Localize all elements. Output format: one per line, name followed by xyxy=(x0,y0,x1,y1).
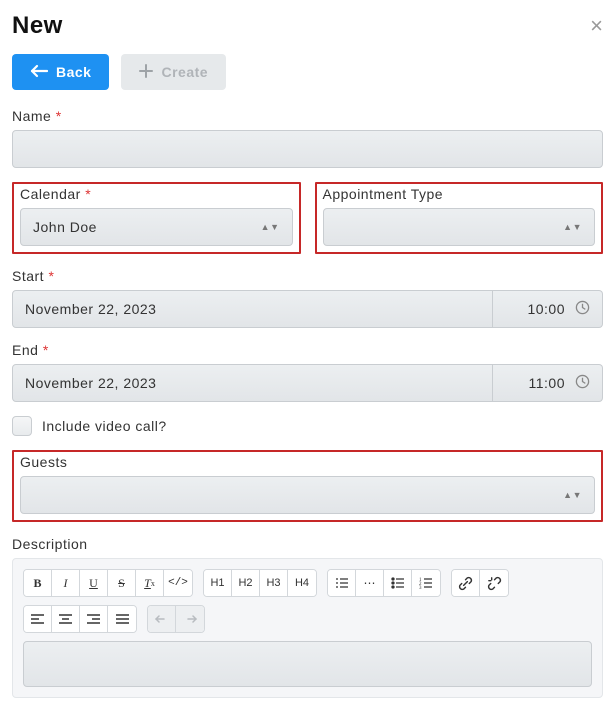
code-block-button[interactable]: </> xyxy=(164,570,192,596)
underline-button[interactable]: U xyxy=(80,570,108,596)
strike-button[interactable]: S xyxy=(108,570,136,596)
arrow-left-icon xyxy=(30,64,48,81)
hr-button[interactable]: ⋯ xyxy=(356,570,384,596)
calendar-label: Calendar * xyxy=(20,186,293,202)
h3-button[interactable]: H3 xyxy=(260,570,288,596)
description-label: Description xyxy=(12,536,603,552)
svg-text:3: 3 xyxy=(419,586,422,589)
start-label: Start * xyxy=(12,268,603,284)
align-left-button[interactable] xyxy=(24,606,52,632)
updown-icon: ▲▼ xyxy=(261,225,280,230)
link-button[interactable] xyxy=(452,570,480,596)
appt-type-field-highlight: Appointment Type ▲▼ xyxy=(315,182,604,254)
guests-select[interactable]: ▲▼ xyxy=(20,476,595,514)
rich-text-editor: B I U S Tx </> H1 H2 H3 H4 ⋯ 123 xyxy=(12,558,603,698)
start-time-input[interactable]: 10:00 xyxy=(493,290,603,328)
bullet-list-button[interactable] xyxy=(384,570,412,596)
plus-icon xyxy=(139,64,153,81)
align-right-button[interactable] xyxy=(80,606,108,632)
back-button[interactable]: Back xyxy=(12,54,109,90)
align-center-button[interactable] xyxy=(52,606,80,632)
appt-type-select[interactable]: ▲▼ xyxy=(323,208,596,246)
updown-icon: ▲▼ xyxy=(563,225,582,230)
end-time-input[interactable]: 11:00 xyxy=(493,364,603,402)
blockquote-button[interactable] xyxy=(328,570,356,596)
calendar-value: John Doe xyxy=(33,219,97,235)
guests-field-highlight: Guests ▲▼ xyxy=(12,450,603,522)
end-date-input[interactable]: November 22, 2023 xyxy=(12,364,493,402)
calendar-select[interactable]: John Doe ▲▼ xyxy=(20,208,293,246)
clear-format-button[interactable]: Tx xyxy=(136,570,164,596)
h4-button[interactable]: H4 xyxy=(288,570,316,596)
undo-button xyxy=(148,606,176,632)
include-video-label: Include video call? xyxy=(42,418,167,434)
appt-type-label: Appointment Type xyxy=(323,186,596,202)
start-date-input[interactable]: November 22, 2023 xyxy=(12,290,493,328)
name-input[interactable] xyxy=(12,130,603,168)
name-label: Name * xyxy=(12,108,603,124)
italic-button[interactable]: I xyxy=(52,570,80,596)
create-button-label: Create xyxy=(161,64,208,80)
guests-label: Guests xyxy=(20,454,595,470)
h2-button[interactable]: H2 xyxy=(232,570,260,596)
close-icon[interactable]: × xyxy=(590,13,603,39)
page-title: New xyxy=(12,12,63,40)
create-button[interactable]: Create xyxy=(121,54,226,90)
updown-icon: ▲▼ xyxy=(563,493,582,498)
back-button-label: Back xyxy=(56,64,91,80)
bold-button[interactable]: B xyxy=(24,570,52,596)
h1-button[interactable]: H1 xyxy=(204,570,232,596)
description-textarea[interactable] xyxy=(23,641,592,687)
end-label: End * xyxy=(12,342,603,358)
unlink-button[interactable] xyxy=(480,570,508,596)
calendar-field-highlight: Calendar * John Doe ▲▼ xyxy=(12,182,301,254)
clock-icon xyxy=(575,374,590,392)
align-justify-button[interactable] xyxy=(108,606,136,632)
include-video-checkbox[interactable] xyxy=(12,416,32,436)
clock-icon xyxy=(575,300,590,318)
redo-button xyxy=(176,606,204,632)
ordered-list-button[interactable]: 123 xyxy=(412,570,440,596)
